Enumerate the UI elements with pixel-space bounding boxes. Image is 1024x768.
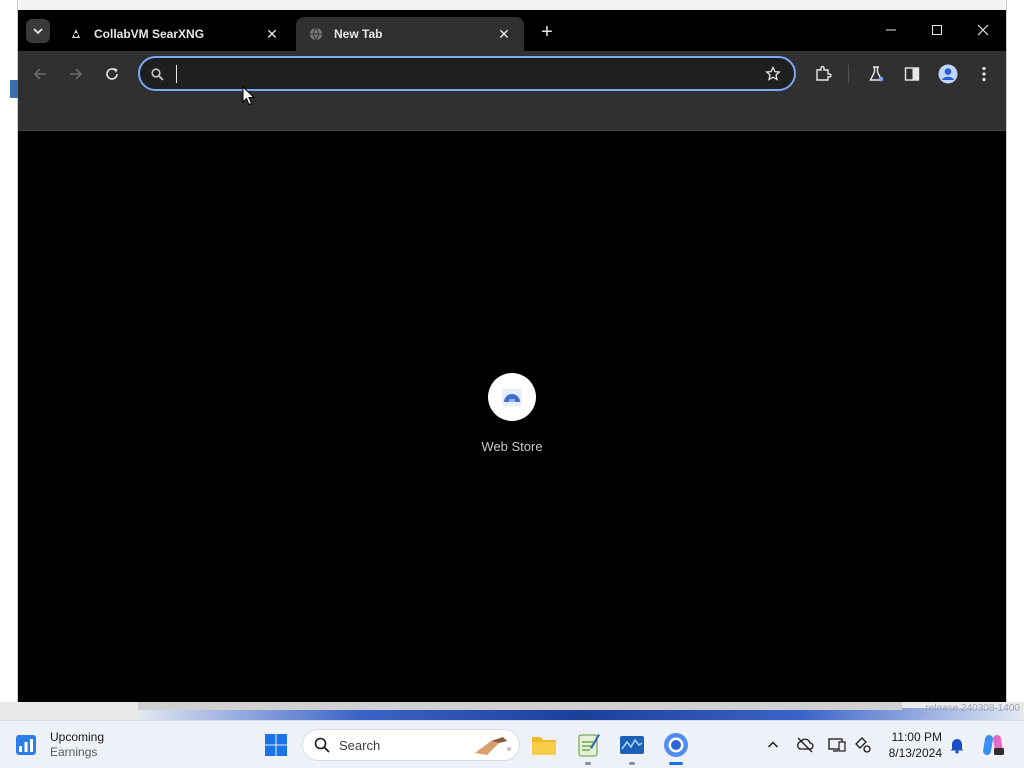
close-tab-icon[interactable]: ✕ xyxy=(262,24,282,44)
background-window-right-edge xyxy=(1006,0,1024,720)
profile-icon[interactable] xyxy=(936,62,960,86)
system-clock[interactable]: 11:00 PM 8/13/2024 xyxy=(880,729,942,761)
notification-bell-icon[interactable] xyxy=(946,734,968,756)
background-window-scrollbar[interactable] xyxy=(138,702,902,710)
extensions-icon[interactable] xyxy=(811,62,835,86)
tab-title: New Tab xyxy=(334,27,383,41)
chevron-up-icon[interactable] xyxy=(762,734,784,756)
minimize-icon[interactable] xyxy=(876,18,906,42)
widget-title: Upcoming xyxy=(50,730,105,744)
task-monitor-icon[interactable] xyxy=(616,729,648,765)
web-store-icon xyxy=(488,373,536,421)
close-window-icon[interactable] xyxy=(968,18,998,42)
labs-icon[interactable] xyxy=(864,62,888,86)
widgets-button[interactable]: Upcoming Earnings xyxy=(14,728,104,762)
app-settings-icon[interactable] xyxy=(852,734,874,756)
search-highlight-art-icon xyxy=(475,737,511,755)
browser-window: CollabVM SearXNG ✕ New Tab ✕ + Web Store xyxy=(18,10,1006,702)
build-watermark: _release.240308-1400 xyxy=(919,703,1020,714)
running-indicator xyxy=(585,762,591,765)
network-disconnected-icon[interactable] xyxy=(794,734,816,756)
text-caret xyxy=(176,65,177,83)
display-device-icon[interactable] xyxy=(826,734,848,756)
close-tab-icon[interactable]: ✕ xyxy=(494,24,514,44)
tab-new-tab[interactable]: New Tab ✕ xyxy=(296,17,524,51)
tab-search-button[interactable] xyxy=(26,19,50,43)
back-arrow-icon[interactable] xyxy=(28,62,52,86)
chrome-icon[interactable] xyxy=(660,729,692,765)
file-explorer-icon[interactable] xyxy=(528,729,560,761)
globe-icon xyxy=(308,26,324,42)
search-label: Search xyxy=(339,737,381,753)
more-menu-icon[interactable] xyxy=(972,62,996,86)
reload-icon[interactable] xyxy=(100,62,124,86)
clock-date: 8/13/2024 xyxy=(888,746,942,760)
chevron-down-icon xyxy=(33,28,43,35)
stock-chart-icon xyxy=(14,733,38,757)
address-input[interactable] xyxy=(174,64,754,84)
clock-time: 11:00 PM xyxy=(891,730,942,744)
tab-strip: CollabVM SearXNG ✕ New Tab ✕ + xyxy=(18,10,1006,51)
bookmarks-bar xyxy=(18,97,1006,131)
side-panel-icon[interactable] xyxy=(900,62,924,86)
mouse-cursor-icon xyxy=(242,86,256,106)
new-tab-plus-icon[interactable]: + xyxy=(536,21,558,43)
address-bar[interactable] xyxy=(138,56,796,91)
maximize-icon[interactable] xyxy=(922,18,952,42)
active-app-indicator xyxy=(669,762,683,765)
background-window-accent xyxy=(10,80,18,98)
shortcut-label: Web Store xyxy=(481,439,543,454)
new-tab-page: Web Store xyxy=(18,132,1006,702)
taskbar-search[interactable]: Search xyxy=(302,729,520,761)
taskbar: Upcoming Earnings Search 11:00 PM 8/13/2… xyxy=(0,720,1024,768)
background-window-left-edge xyxy=(0,0,18,720)
browser-toolbar xyxy=(18,51,1006,97)
search-icon xyxy=(313,736,331,754)
running-indicator xyxy=(629,762,635,765)
notepad-icon[interactable] xyxy=(572,729,604,765)
tab-title: CollabVM SearXNG xyxy=(94,27,205,41)
copilot-icon[interactable] xyxy=(980,731,1006,759)
widget-subtitle: Earnings xyxy=(50,745,98,759)
star-icon[interactable] xyxy=(764,65,782,83)
shortcut-web-store[interactable]: Web Store xyxy=(466,370,558,460)
forward-arrow-icon[interactable] xyxy=(64,62,88,86)
searxng-favicon-icon xyxy=(68,26,84,42)
tab-collabvm-searxng[interactable]: CollabVM SearXNG ✕ xyxy=(56,17,292,51)
search-icon xyxy=(149,66,165,82)
windows-start-icon[interactable] xyxy=(262,731,290,759)
toolbar-separator xyxy=(848,65,849,83)
desktop-bottom-strip: _release.240308-1400 xyxy=(0,702,1024,720)
